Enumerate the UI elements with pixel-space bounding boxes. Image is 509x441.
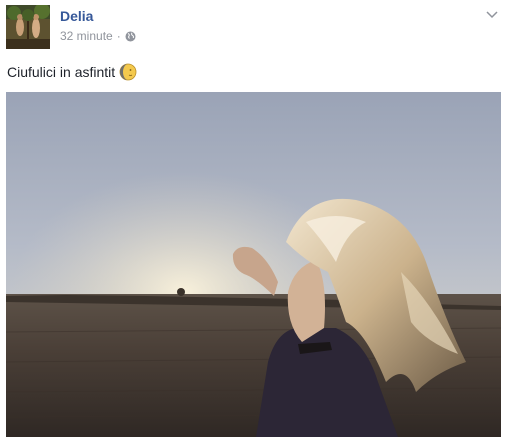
post-photo[interactable]: [6, 92, 501, 437]
meta-separator: ·: [116, 29, 121, 43]
post-meta: 32 minute ·: [60, 29, 136, 43]
post-text: Ciufulici in asfintit: [7, 63, 137, 81]
post-timestamp[interactable]: 32 minute: [60, 29, 113, 43]
author-avatar[interactable]: [6, 5, 50, 49]
globe-icon[interactable]: [125, 31, 136, 42]
crescent-moon-face-emoji-icon: [119, 63, 137, 81]
feed-post: Delia 32 minute · Ciufulici in asfintit: [0, 0, 509, 441]
chevron-down-icon[interactable]: [485, 7, 499, 19]
post-caption: Ciufulici in asfintit: [7, 64, 116, 80]
author-name[interactable]: Delia: [60, 8, 93, 24]
